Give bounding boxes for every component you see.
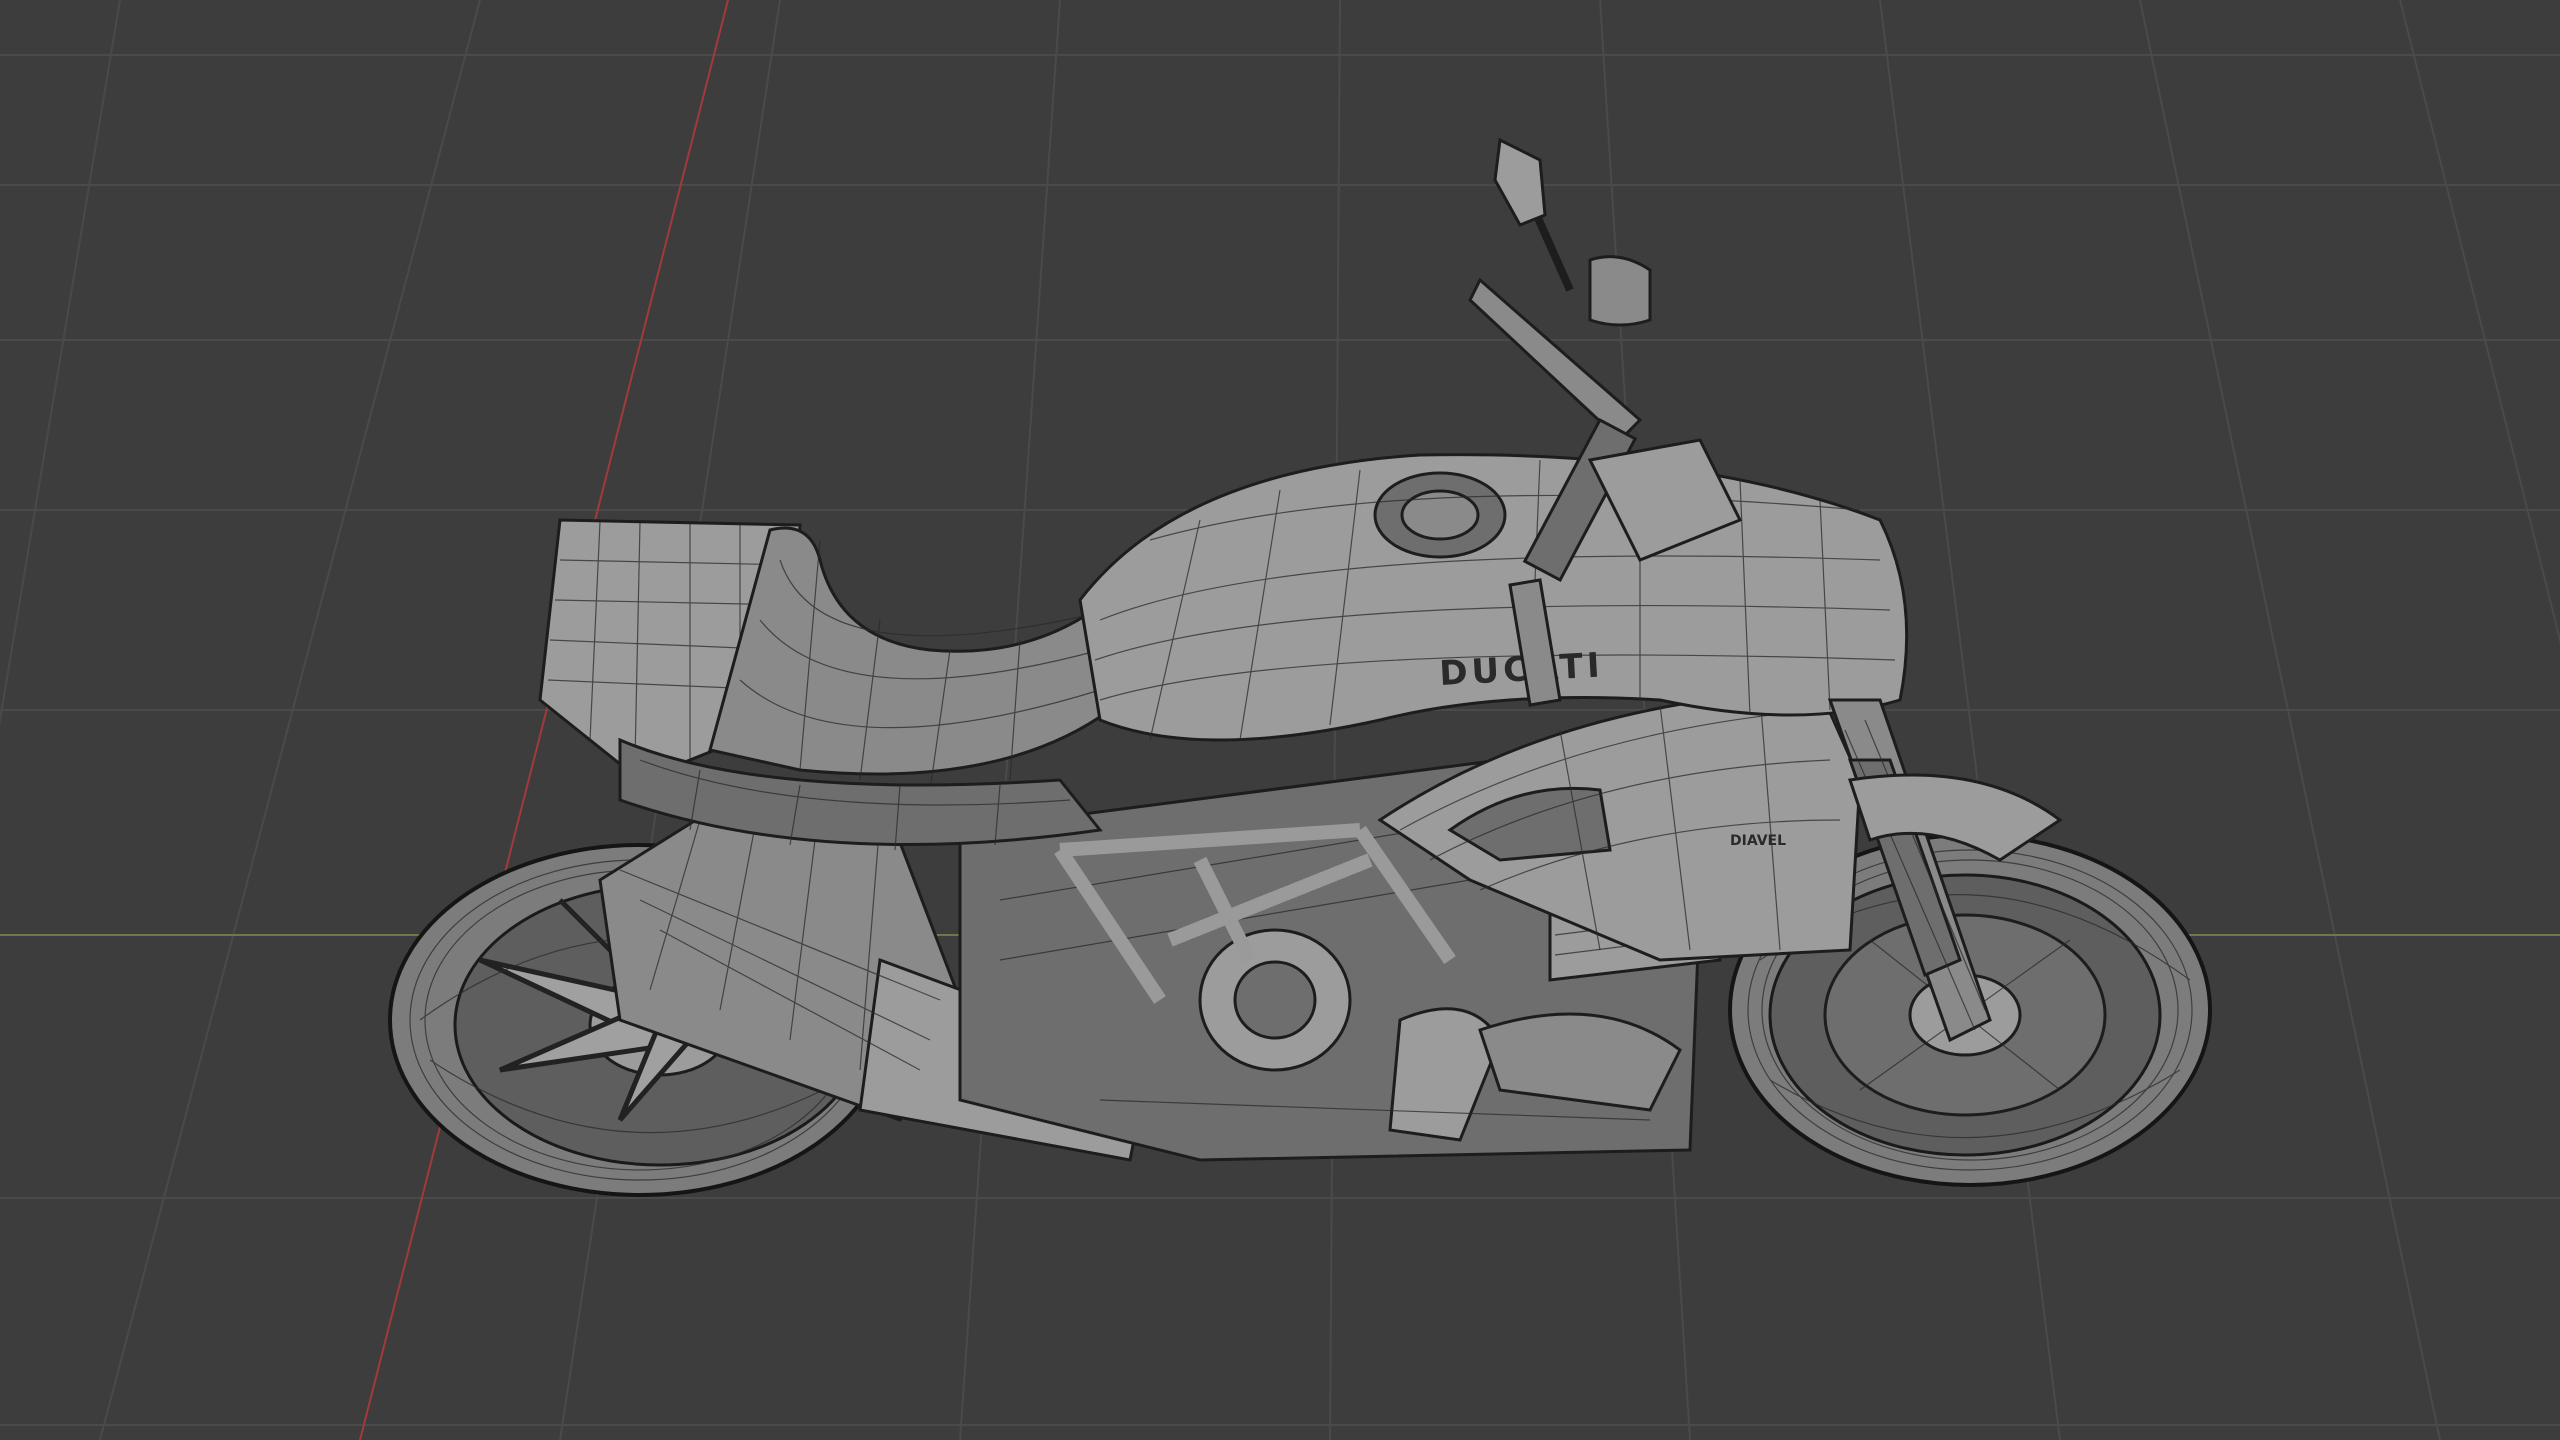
motorcycle-model[interactable]: DIAVEL DUCATI	[388, 137, 2212, 1197]
mirror[interactable]	[1493, 137, 1574, 292]
viewport-canvas[interactable]: DIAVEL DUCATI	[0, 0, 2560, 1440]
3d-viewport[interactable]: DIAVEL DUCATI	[0, 0, 2560, 1440]
fuel-tank[interactable]: DUCATI	[1078, 453, 1909, 742]
side-badge: DIAVEL	[1730, 833, 1786, 849]
seat[interactable]	[708, 526, 1122, 791]
